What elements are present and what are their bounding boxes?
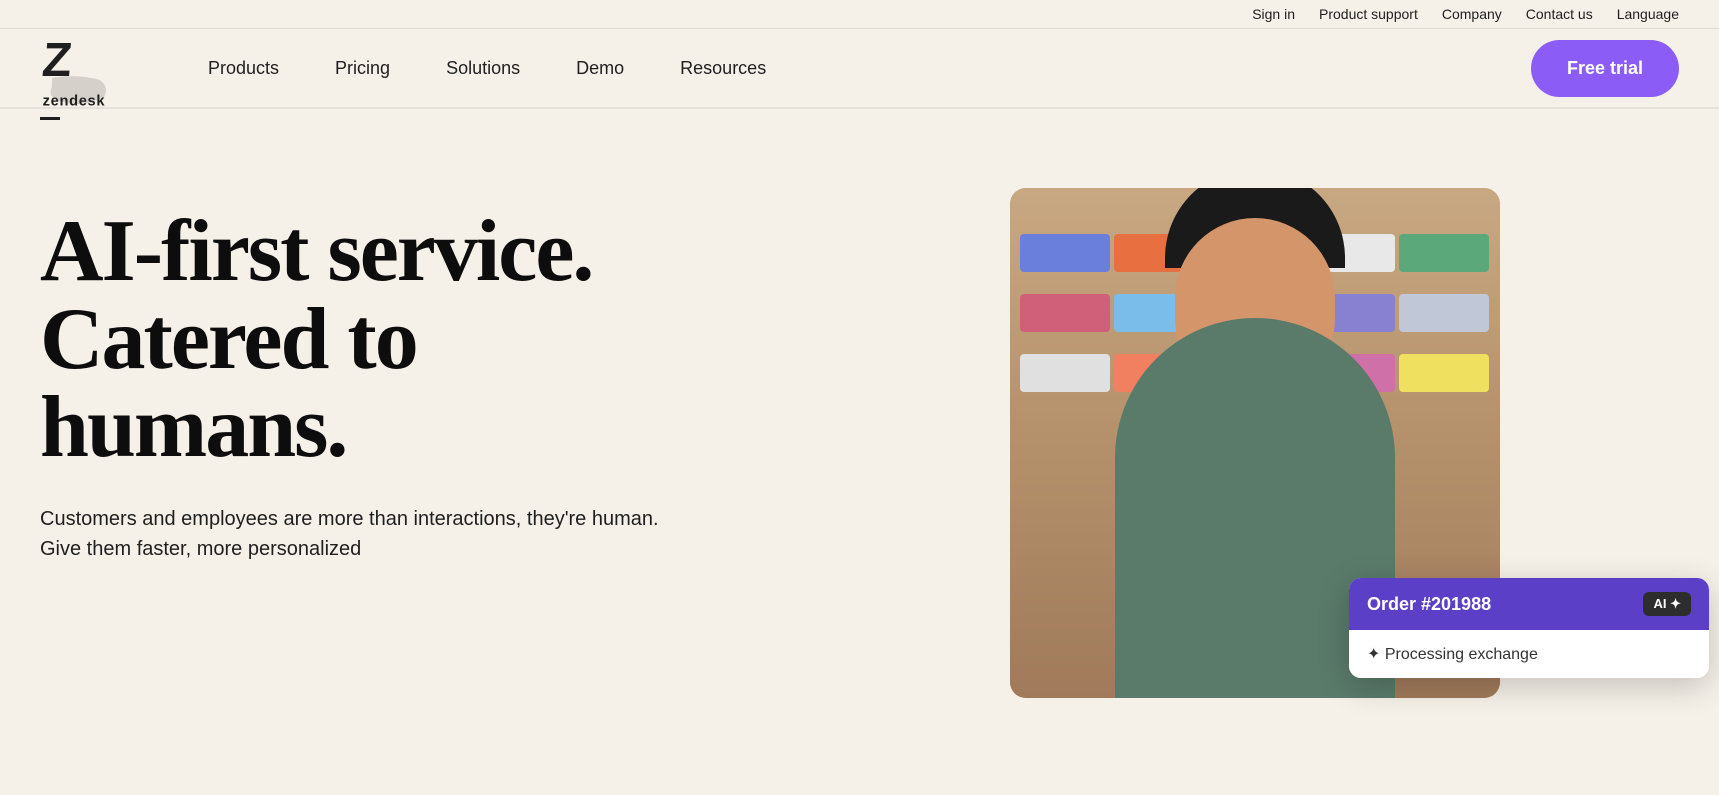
processing-text: ✦ Processing exchange: [1367, 644, 1538, 664]
main-navigation: Z zendesk Products Pricing Solutions Dem…: [0, 29, 1719, 109]
order-number: Order #201988: [1367, 594, 1491, 615]
hero-section: AI-first service. Catered to humans. Cus…: [0, 128, 1719, 728]
shoe-item: [1020, 234, 1111, 272]
shoe-item: [1020, 294, 1111, 332]
hero-headline-line3: humans.: [40, 379, 346, 476]
hero-text-area: AI-first service. Catered to humans. Cus…: [40, 188, 790, 564]
nav-demo[interactable]: Demo: [548, 30, 652, 107]
hero-headline-line2: Catered to: [40, 291, 417, 388]
cta-area: Free trial: [1531, 40, 1679, 97]
sub-nav-dash: [40, 117, 60, 120]
hero-headline: AI-first service. Catered to humans.: [40, 208, 790, 472]
shoe-item: [1399, 294, 1490, 332]
hero-subtext: Customers and employees are more than in…: [40, 504, 680, 564]
svg-text:zendesk: zendesk: [43, 93, 106, 108]
ai-order-card: Order #201988 AI ✦ ✦ Processing exchange: [1349, 578, 1709, 678]
hero-headline-line1: AI-first service.: [40, 203, 592, 300]
free-trial-button[interactable]: Free trial: [1531, 40, 1679, 97]
sign-in-link[interactable]: Sign in: [1252, 6, 1295, 22]
product-support-link[interactable]: Product support: [1319, 6, 1418, 22]
nav-solutions[interactable]: Solutions: [418, 30, 548, 107]
nav-pricing[interactable]: Pricing: [307, 30, 418, 107]
logo[interactable]: Z zendesk: [40, 28, 120, 108]
primary-nav: Products Pricing Solutions Demo Resource…: [180, 30, 1531, 107]
ai-badge: AI ✦: [1643, 592, 1691, 616]
zendesk-logo-icon: Z zendesk: [40, 28, 120, 108]
nav-products[interactable]: Products: [180, 30, 307, 107]
shoe-item: [1399, 234, 1490, 272]
shoe-item: [1399, 354, 1490, 392]
company-link[interactable]: Company: [1442, 6, 1502, 22]
language-link[interactable]: Language: [1617, 6, 1679, 22]
ai-card-body: ✦ Processing exchange: [1349, 630, 1709, 678]
sub-nav-indicator: [0, 109, 1719, 128]
top-utility-bar: Sign in Product support Company Contact …: [0, 0, 1719, 29]
hero-image-area: Order #201988 AI ✦ ✦ Processing exchange: [830, 188, 1679, 698]
ai-card-header: Order #201988 AI ✦: [1349, 578, 1709, 630]
shoe-item: [1020, 354, 1111, 392]
contact-us-link[interactable]: Contact us: [1526, 6, 1593, 22]
nav-resources[interactable]: Resources: [652, 30, 794, 107]
